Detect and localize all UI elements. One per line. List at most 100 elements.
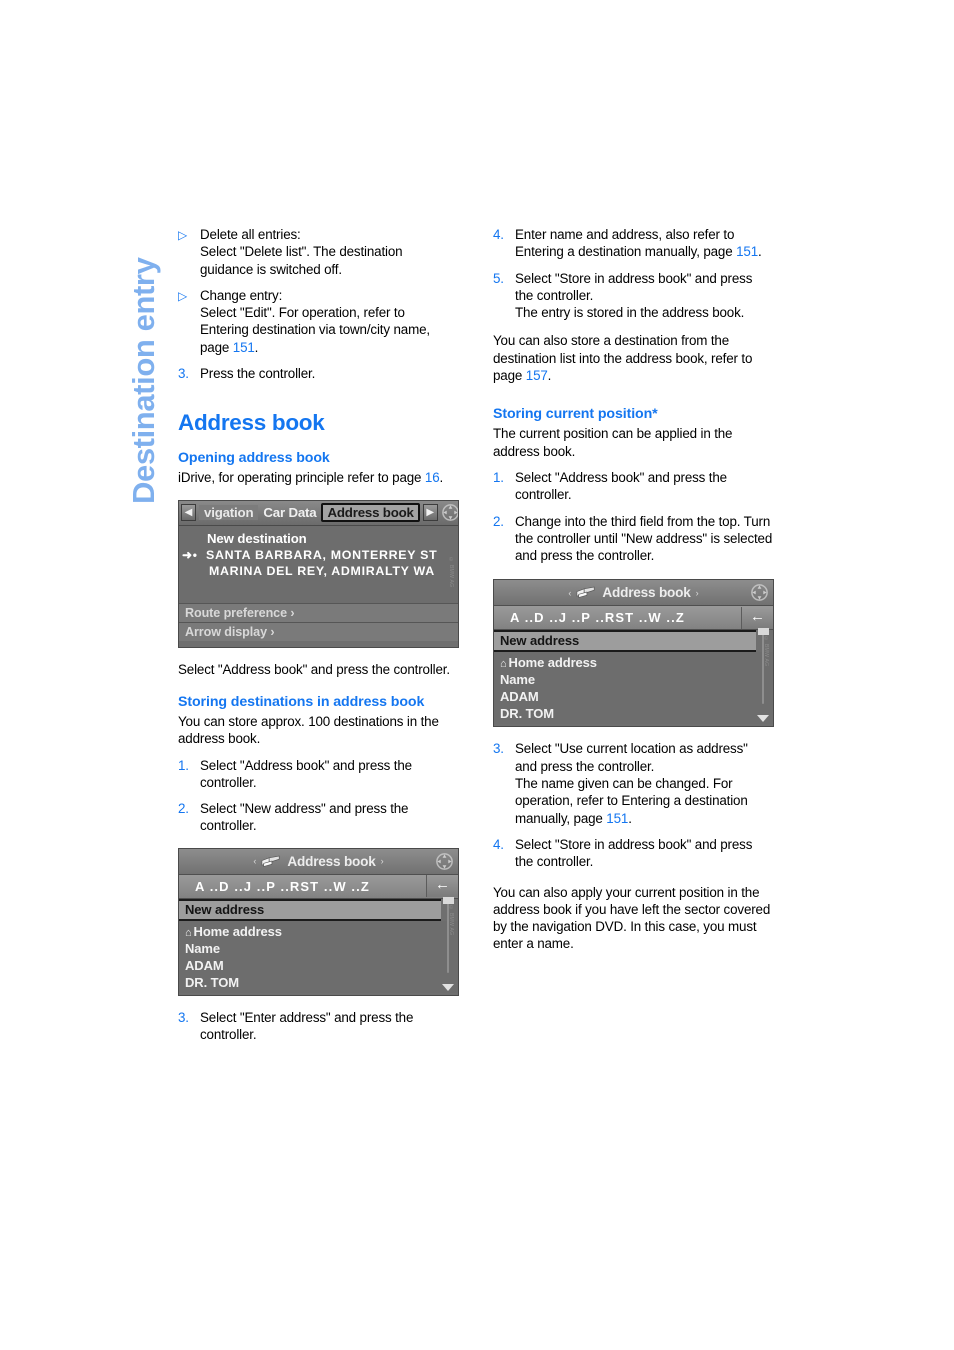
list-item: 4. Select "Store in address book" and pr…	[493, 836, 779, 871]
step-line-2-before: Entering a destination manually, page	[515, 244, 737, 260]
idrive-screen: ◀ vigation Car Data Address book ▶ New d…	[178, 499, 459, 648]
image-watermark: © BMW AG	[448, 904, 454, 936]
next-icon[interactable]: ›	[376, 856, 389, 866]
idrive-screen: ‹ Address book › A ..D ..J ..P ..RST ..W…	[178, 847, 459, 996]
chapter-side-tab: Destination entry	[118, 222, 164, 512]
note-store-from-destination-list: You can also store a destination from th…	[493, 332, 779, 384]
idrive-screen: ‹ Address book › A ..D ..J ..P ..RST ..W…	[493, 579, 774, 728]
step-text: Enter name and address, also refer to En…	[515, 226, 779, 261]
list-item-text: Delete all entries: Select "Delete list"…	[200, 226, 464, 278]
tab-navigation[interactable]: vigation	[199, 505, 259, 521]
list-item: 3. Select "Enter address" and press the …	[178, 1009, 464, 1044]
bullet-line-1: Change entry:	[200, 287, 283, 303]
list-item-home-address[interactable]: ⌂ Home address	[179, 923, 458, 940]
list-item: 2. Select "New address" and press the co…	[178, 800, 464, 835]
note-apply-current-position: You can also apply your current position…	[493, 884, 771, 952]
bullet-line-1: Delete all entries:	[200, 227, 301, 242]
bullet-line-3: guidance is switched off.	[200, 261, 342, 277]
step-text: Select "Store in address book" and press…	[515, 270, 779, 322]
tab-car-data[interactable]: Car Data	[258, 505, 321, 520]
idrive-addressbook-screenshot-left: ‹ Address book › A ..D ..J ..P ..RST ..W…	[178, 847, 473, 996]
back-icon[interactable]: ←	[426, 875, 458, 898]
step-line-2: and press the controller.	[515, 758, 655, 774]
step-marker: 1.	[178, 757, 189, 773]
idrive-navigation-screenshot: ◀ vigation Car Data Address book ▶ New d…	[178, 499, 473, 648]
step-line-1: Select "Use current location as address"	[515, 741, 748, 757]
scroll-down-icon[interactable]	[442, 983, 454, 991]
step-line-1: Select "Store in address book" and press	[515, 836, 753, 852]
addressbook-entry-list: ⌂ Home address Name ADAM DR. TOM	[179, 896, 458, 993]
previous-icon[interactable]: ‹	[248, 856, 261, 866]
scroll-down-icon[interactable]	[757, 715, 769, 723]
scrollbar-thumb[interactable]	[758, 628, 769, 636]
selected-item-new-address[interactable]: New address	[179, 898, 441, 921]
idrive-title-bar: ‹ Address book ›	[494, 580, 773, 607]
storing-destinations-intro: You can store approx. 100 destinations i…	[178, 713, 439, 747]
page-reference-link[interactable]: 16	[425, 470, 440, 485]
bullet-marker: ▷	[178, 228, 188, 242]
step-text: Select "Address book" and press the cont…	[200, 757, 412, 790]
alphabet-index-bar[interactable]: A ..D ..J ..P ..RST ..W ..Z ←	[494, 606, 773, 631]
scrollbar-thumb[interactable]	[443, 896, 454, 904]
step-text: Select "Store in address book" and press…	[515, 836, 779, 871]
compass-icon	[441, 504, 458, 522]
step-line-1: Select "Store in address book" and press	[515, 270, 753, 286]
list-item: 3. Press the controller.	[178, 365, 464, 382]
list-item: 4. Enter name and address, also refer to…	[493, 226, 779, 261]
tab-address-book[interactable]: Address book	[321, 503, 420, 523]
step-line-3: The entry is stored in the address book.	[515, 305, 745, 321]
selected-item-new-address[interactable]: New address	[494, 630, 756, 653]
page-reference-link[interactable]: 151	[736, 244, 758, 259]
right-column: 4. Enter name and address, also refer to…	[493, 226, 779, 953]
step-line-2: the controller.	[515, 854, 594, 870]
alphabet-index-bar[interactable]: A ..D ..J ..P ..RST ..W ..Z ←	[179, 874, 458, 899]
scroll-left-icon[interactable]: ◀	[181, 504, 196, 522]
idrive-title-label: Address book	[287, 853, 376, 869]
list-item: ▷ Delete all entries: Select "Delete lis…	[178, 226, 464, 278]
bullet-line-4: page	[200, 339, 233, 355]
list-item-adam[interactable]: ADAM	[179, 957, 458, 974]
bullet-line-tail: .	[254, 339, 259, 355]
step-line-2-after: .	[758, 244, 762, 260]
menu-item-route-preference[interactable]: Route preference ›	[179, 602, 458, 622]
idrive-title-bar: ‹ Address book ›	[179, 848, 458, 875]
list-item-adam[interactable]: ADAM	[494, 688, 773, 705]
step-marker: 3.	[178, 1009, 189, 1025]
address-book-icon	[261, 855, 280, 867]
next-icon[interactable]: ›	[691, 588, 704, 598]
idrive-tab-bar: ◀ vigation Car Data Address book ▶	[179, 500, 458, 526]
list-item: 1. Select "Address book" and press the c…	[493, 469, 779, 504]
step-text: Select "Address book" and press the cont…	[515, 469, 727, 503]
scroll-right-icon[interactable]: ▶	[422, 504, 438, 522]
bullet-line-2: Select "Edit". For operation, refer to	[200, 305, 405, 321]
list-item-text: Change entry: Select "Edit". For operati…	[200, 287, 464, 356]
intro-text-after-ref: .	[439, 470, 444, 486]
list-item-name[interactable]: Name	[494, 671, 773, 688]
caption-select-address-book: Select "Address book" and press the cont…	[178, 661, 450, 677]
step-marker: 2.	[178, 801, 189, 817]
list-item: 2. Change into the third field from the …	[493, 513, 779, 565]
page-reference-link[interactable]: 151	[233, 340, 255, 355]
address-book-icon	[576, 587, 595, 599]
list-item-dr-tom[interactable]: DR. TOM	[494, 705, 773, 722]
left-column: ▷ Delete all entries: Select "Delete lis…	[178, 226, 464, 1043]
page-reference-link[interactable]: 157	[526, 368, 548, 383]
previous-icon[interactable]: ‹	[563, 588, 576, 598]
list-item-home-address[interactable]: ⌂ Home address	[494, 654, 773, 671]
step-marker: 2.	[493, 513, 504, 529]
list-item-destination-2[interactable]: MARINA DEL REY, ADMIRALTY WA	[179, 563, 458, 579]
step-marker: 1.	[493, 469, 504, 485]
list-item-new-destination[interactable]: New destination	[179, 530, 458, 547]
section-heading-storing-current-position: Storing current position*	[493, 406, 658, 423]
home-icon: ⌂	[185, 926, 192, 939]
intro-text-before-ref: iDrive, for operating principle refer to…	[178, 470, 425, 486]
list-item-dr-tom[interactable]: DR. TOM	[179, 974, 458, 991]
menu-item-arrow-display[interactable]: Arrow display ›	[179, 621, 458, 641]
back-icon[interactable]: ←	[741, 606, 773, 629]
list-item-destination-1[interactable]: ➜• SANTA BARBARA, MONTERREY ST	[179, 547, 458, 563]
page-reference-link[interactable]: 151	[606, 811, 628, 826]
section-intro-text: iDrive, for operating principle refer to…	[178, 469, 464, 486]
step-marker: 5.	[493, 270, 504, 286]
list-item-name[interactable]: Name	[179, 940, 458, 957]
destination-1-label: SANTA BARBARA, MONTERREY ST	[206, 547, 438, 562]
